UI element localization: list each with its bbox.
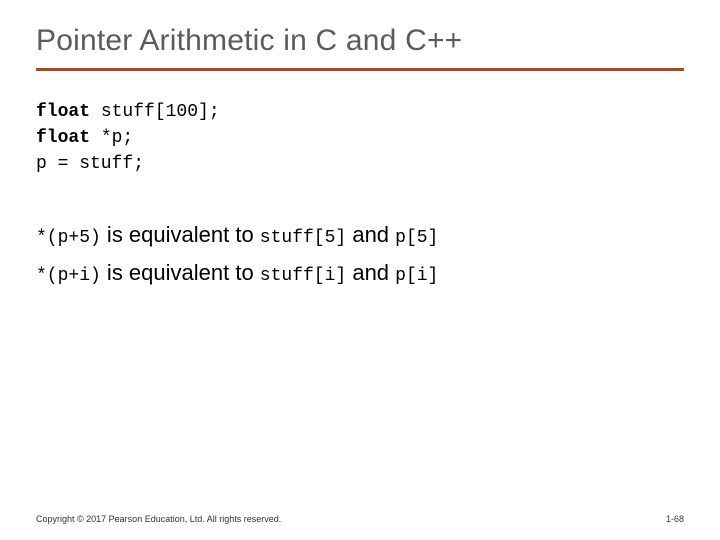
expr-rhs1: stuff[5] [260, 228, 346, 248]
code-text: *p; [90, 128, 133, 148]
page-number: 1-68 [666, 514, 684, 524]
footer: Copyright © 2017 Pearson Education, Ltd.… [36, 514, 684, 524]
slide: Pointer Arithmetic in C and C++ float st… [0, 0, 720, 540]
expr-lhs: *(p+i) [36, 266, 101, 286]
page-title: Pointer Arithmetic in C and C++ [36, 24, 684, 58]
text-and: and [346, 260, 395, 285]
equivalence-line: *(p+i) is equivalent to stuff[i] and p[i… [36, 255, 684, 291]
copyright-text: Copyright © 2017 Pearson Education, Ltd.… [36, 514, 281, 524]
equivalence-line: *(p+5) is equivalent to stuff[5] and p[5… [36, 217, 684, 253]
title-divider [36, 68, 684, 71]
code-block: float stuff[100]; float *p; p = stuff; [36, 99, 684, 177]
text-equiv: is equivalent to [101, 260, 260, 285]
text-and: and [346, 222, 395, 247]
expr-rhs2: p[5] [395, 228, 438, 248]
text-equiv: is equivalent to [101, 222, 260, 247]
expr-lhs: *(p+5) [36, 228, 101, 248]
code-keyword: float [36, 102, 90, 122]
expr-rhs1: stuff[i] [260, 266, 346, 286]
code-keyword: float [36, 128, 90, 148]
code-text: p = stuff; [36, 154, 144, 174]
code-text: stuff[100]; [90, 102, 220, 122]
expr-rhs2: p[i] [395, 266, 438, 286]
